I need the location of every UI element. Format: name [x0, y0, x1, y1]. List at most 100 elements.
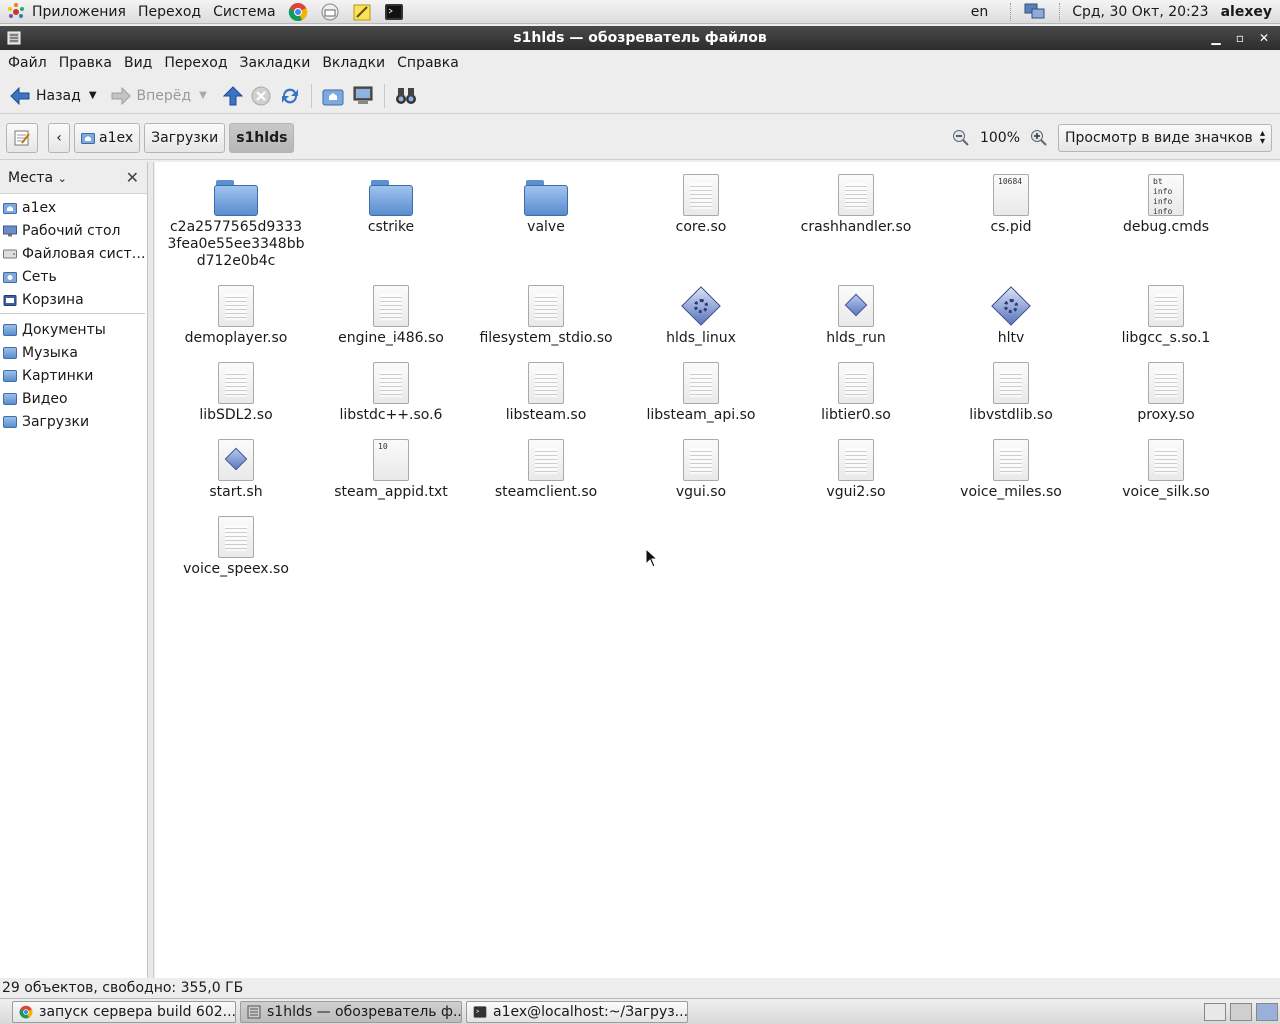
menu-view[interactable]: Вид [118, 55, 158, 71]
folder-item[interactable]: cstrike [316, 172, 466, 236]
workspace-2[interactable] [1230, 1002, 1252, 1021]
sidebar-item-filesystem[interactable]: Файловая сист… [0, 242, 147, 265]
file-item[interactable]: vgui.so [626, 437, 776, 501]
clock[interactable]: Срд, 30 Окт, 20:23 [1066, 0, 1214, 24]
places-menu[interactable]: Переход [132, 0, 207, 24]
user-menu[interactable]: alexey [1215, 0, 1280, 24]
up-button[interactable] [219, 81, 247, 111]
icon-view[interactable]: c2a2577565d93333fea0e55ee3348bbd712e0b4c… [155, 162, 1280, 978]
path-scroll-left-button[interactable]: ‹ [48, 122, 70, 153]
menu-edit[interactable]: Правка [53, 55, 118, 71]
breadcrumb-downloads[interactable]: Загрузки [144, 122, 226, 153]
file-item[interactable]: libstdc++.so.6 [316, 360, 466, 424]
file-item[interactable]: demoplayer.so [161, 283, 311, 347]
file-item[interactable]: bt info info info debug.cmds [1091, 172, 1241, 236]
file-icon [989, 437, 1033, 481]
view-mode-select[interactable]: Просмотр в виде значков ▴ ▾ [1058, 123, 1272, 152]
window-titlebar[interactable]: s1hlds — обозреватель файлов ▁ ▫ ✕ [0, 26, 1280, 50]
search-button[interactable] [391, 81, 421, 111]
close-window-button[interactable]: ✕ [1254, 29, 1274, 47]
network-indicator[interactable] [1017, 0, 1053, 24]
sidebar-item-home[interactable]: a1ex [0, 196, 147, 219]
sidebar-item-label: Файловая сист… [22, 245, 146, 262]
file-item[interactable]: voice_speex.so [161, 514, 311, 578]
file-item[interactable]: libsteam_api.so [626, 360, 776, 424]
file-item[interactable]: 10 steam_appid.txt [316, 437, 466, 501]
toggle-location-entry-button[interactable] [6, 122, 38, 153]
mail-launcher[interactable] [319, 2, 341, 22]
task-file-manager[interactable]: s1hlds — обозреватель ф... [240, 1000, 462, 1023]
minimize-button[interactable]: ▁ [1206, 29, 1226, 47]
home-folder-small-icon [81, 132, 95, 144]
file-name: libstdc++.so.6 [339, 407, 443, 423]
menu-help[interactable]: Справка [391, 55, 465, 71]
maximize-button[interactable]: ▫ [1230, 29, 1250, 47]
breadcrumb-current[interactable]: s1hlds [229, 122, 295, 153]
zoom-in-icon[interactable] [1030, 129, 1048, 147]
notes-launcher[interactable] [351, 2, 373, 22]
file-item[interactable]: vgui2.so [781, 437, 931, 501]
file-item[interactable]: 10684 cs.pid [936, 172, 1086, 236]
file-item[interactable]: crashhandler.so [781, 172, 931, 236]
file-item[interactable]: hltv [936, 283, 1086, 347]
file-item[interactable]: steamclient.so [471, 437, 621, 501]
chrome-launcher[interactable] [287, 2, 309, 22]
sidebar-item-network[interactable]: Сеть [0, 265, 147, 288]
sidebar-splitter[interactable] [148, 162, 154, 978]
file-name: vgui.so [675, 484, 727, 500]
system-menu[interactable]: Система [207, 0, 281, 24]
back-history-dropdown[interactable]: ▼ [85, 90, 101, 101]
folder-item[interactable]: c2a2577565d93333fea0e55ee3348bbd712e0b4c [161, 172, 311, 270]
workspace-1[interactable] [1204, 1002, 1226, 1021]
file-item[interactable]: hlds_linux [626, 283, 776, 347]
file-item[interactable]: libtier0.so [781, 360, 931, 424]
sidebar-item-pictures[interactable]: Картинки [0, 364, 147, 387]
keyboard-layout-indicator[interactable]: en [955, 0, 1005, 24]
file-item[interactable]: libsteam.so [471, 360, 621, 424]
file-item[interactable]: voice_silk.so [1091, 437, 1241, 501]
forward-history-dropdown[interactable]: ▼ [195, 90, 211, 101]
forward-button[interactable]: Вперёд [107, 81, 196, 111]
applications-menu[interactable]: Приложения [0, 0, 132, 24]
file-item[interactable]: engine_i486.so [316, 283, 466, 347]
workspace-3[interactable] [1256, 1002, 1278, 1021]
file-name: voice_miles.so [960, 484, 1062, 500]
sidebar-item-documents[interactable]: Документы [0, 318, 147, 341]
zoom-out-icon[interactable] [952, 129, 970, 147]
file-item[interactable]: filesystem_stdio.so [471, 283, 621, 347]
zoom-level[interactable]: 100% [980, 130, 1020, 146]
computer-button[interactable] [348, 81, 378, 111]
terminal-launcher[interactable] [383, 2, 405, 22]
sidebar-type-select[interactable]: Места ⌄ [8, 170, 67, 186]
file-item[interactable]: start.sh [161, 437, 311, 501]
stop-button[interactable] [247, 81, 275, 111]
menu-bookmarks[interactable]: Закладки [234, 55, 317, 71]
home-button[interactable] [318, 81, 348, 111]
sidebar-item-downloads[interactable]: Загрузки [0, 410, 147, 433]
file-item[interactable]: voice_miles.so [936, 437, 1086, 501]
folder-icon [214, 172, 258, 216]
file-item[interactable]: core.so [626, 172, 776, 236]
file-item[interactable]: hlds_run [781, 283, 931, 347]
menu-go[interactable]: Переход [158, 55, 233, 71]
file-item[interactable]: libSDL2.so [161, 360, 311, 424]
task-browser[interactable]: запуск сервера build 602... [12, 1000, 236, 1023]
sidebar-item-videos[interactable]: Видео [0, 387, 147, 410]
back-button[interactable]: Назад [6, 81, 85, 111]
menu-tabs[interactable]: Вкладки [316, 55, 391, 71]
file-item[interactable]: libgcc_s.so.1 [1091, 283, 1241, 347]
folder-item[interactable]: valve [471, 172, 621, 236]
sidebar-item-desktop[interactable]: Рабочий стол [0, 219, 147, 242]
terminal-icon [473, 1005, 487, 1018]
file-item[interactable]: libvstdlib.so [936, 360, 1086, 424]
file-icon [1144, 283, 1188, 327]
reload-button[interactable] [275, 81, 305, 111]
sidebar-item-trash[interactable]: Корзина [0, 288, 147, 311]
task-terminal[interactable]: a1ex@localhost:~/Загруз... [466, 1000, 688, 1023]
close-icon[interactable]: ✕ [126, 168, 139, 187]
sidebar-item-music[interactable]: Музыка [0, 341, 147, 364]
file-item[interactable]: proxy.so [1091, 360, 1241, 424]
breadcrumb-home[interactable]: a1ex [74, 122, 141, 153]
file-name: voice_speex.so [183, 561, 289, 577]
menu-file[interactable]: Файл [2, 55, 53, 71]
